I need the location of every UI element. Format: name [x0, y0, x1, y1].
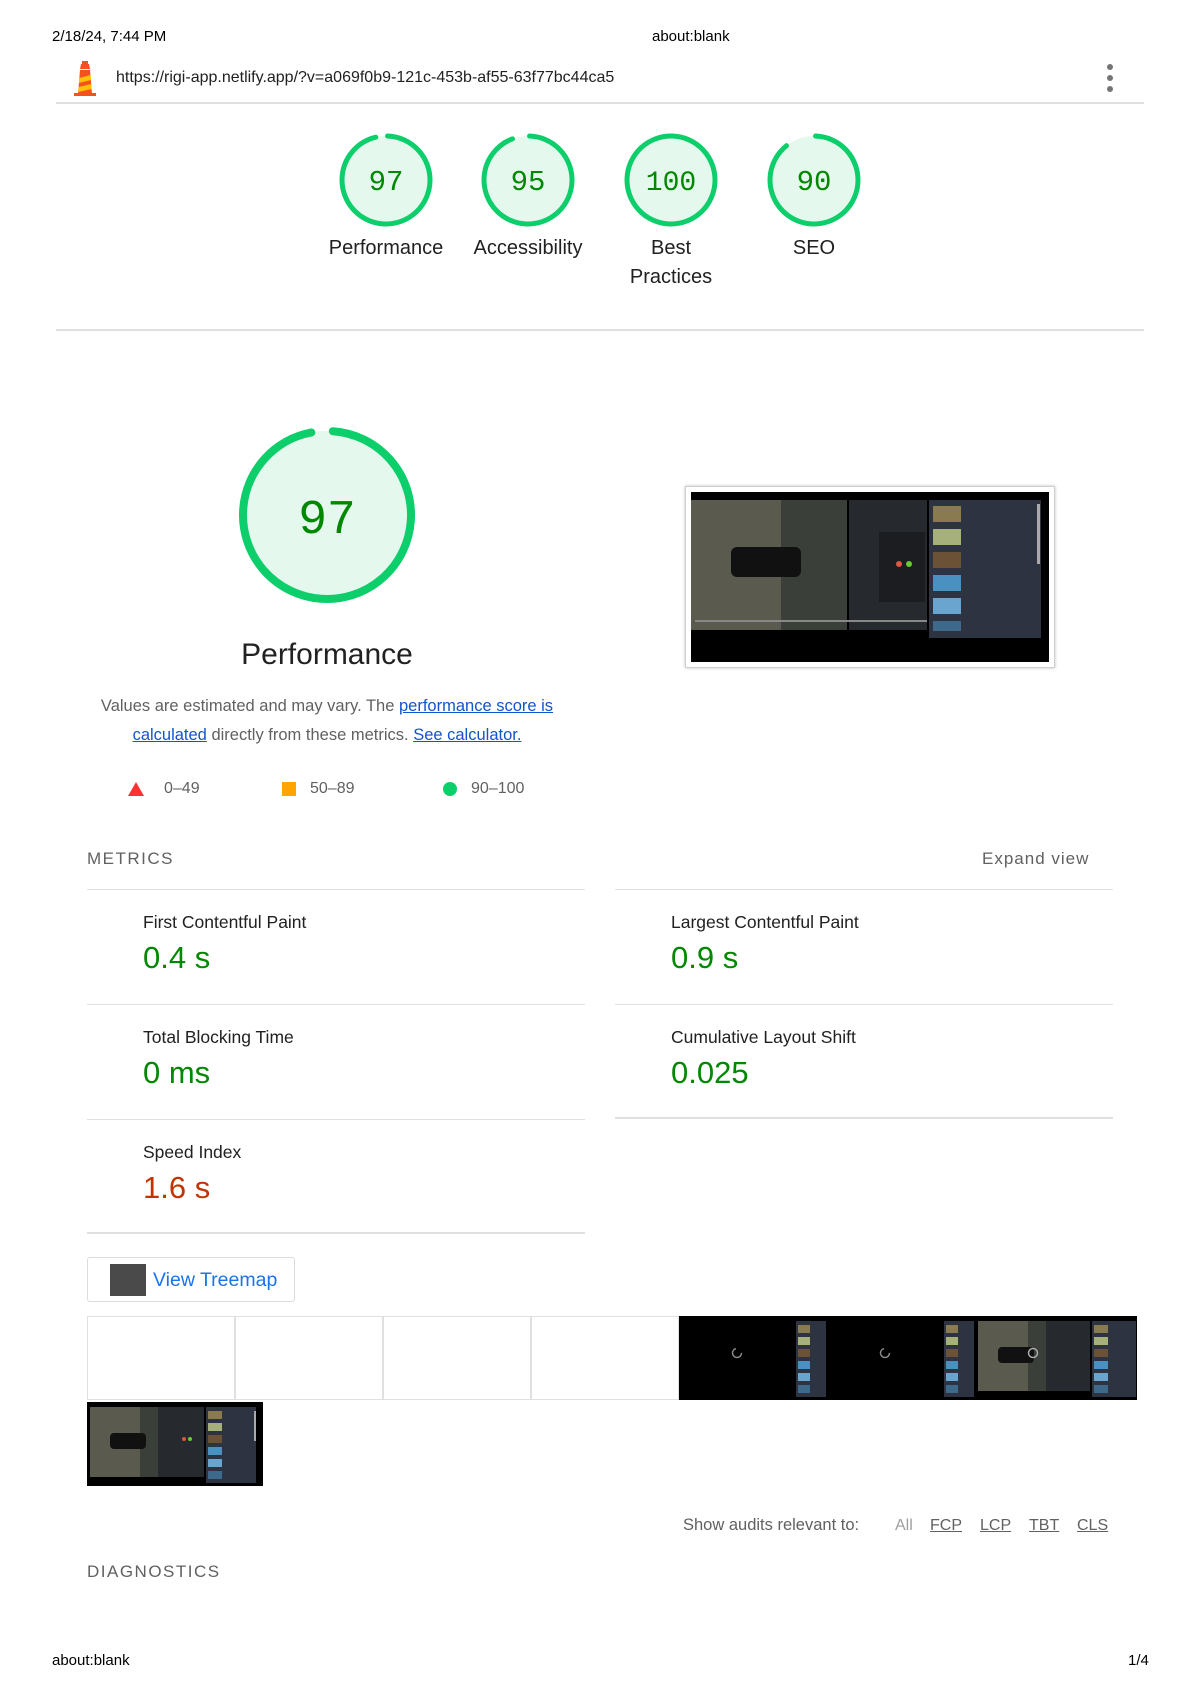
score-gauge-ring: 95: [481, 133, 575, 227]
treemap-icon: [110, 1264, 146, 1296]
filmstrip-frame: [679, 1316, 827, 1400]
metric-title: First Contentful Paint: [143, 912, 307, 932]
filmstrip-frame-image: [90, 1407, 256, 1483]
metric-cls: Cumulative Layout Shift 0.025: [615, 1004, 1113, 1118]
legend-fail: 0–49: [128, 780, 200, 798]
performance-score: 97: [298, 494, 356, 548]
legend-pass-label: 90–100: [471, 780, 525, 797]
filmstrip-frame: [87, 1316, 235, 1400]
description-text: Values are estimated and may vary. The: [100, 697, 399, 715]
score-value: 90: [797, 166, 832, 199]
score-gauge-ring: 97: [339, 133, 433, 227]
metric-divider: [87, 1232, 585, 1234]
view-treemap-button[interactable]: View Treemap: [87, 1257, 295, 1302]
filmstrip-frame: [383, 1316, 531, 1400]
pass-circle-icon: [443, 782, 457, 796]
metric-fcp: First Contentful Paint 0.4 s: [87, 889, 585, 1003]
filmstrip-frame: [975, 1316, 1137, 1400]
view-treemap-label: View Treemap: [153, 1269, 278, 1291]
fail-triangle-icon: [128, 782, 144, 796]
metric-value: 0.9 s: [671, 940, 739, 975]
performance-title: Performance: [241, 638, 413, 671]
score-gauge-ring: 90: [767, 133, 861, 227]
see-calculator-link[interactable]: See calculator.: [413, 726, 521, 744]
score-label: SEO: [792, 237, 836, 259]
audit-filter-label: Show audits relevant to:: [683, 1516, 860, 1534]
score-value: 95: [511, 166, 546, 199]
filter-tbt[interactable]: TBT: [1029, 1517, 1059, 1535]
score-gauge-accessibility[interactable]: 95 Accessibility: [458, 132, 598, 263]
metric-title: Speed Index: [143, 1142, 242, 1162]
metric-value: 0 ms: [143, 1055, 211, 1090]
score-value: 100: [646, 168, 696, 199]
score-label: Accessibility: [473, 237, 583, 259]
metric-tbt: Total Blocking Time 0 ms: [87, 1004, 585, 1118]
metric-divider: [615, 1117, 1113, 1119]
performance-description: Values are estimated and may vary. The p…: [87, 692, 567, 750]
url-text: https://rigi-app.netlify.app/?v=a069f0b9…: [116, 69, 615, 86]
average-square-icon: [282, 782, 296, 796]
filmstrip-frame: [531, 1316, 679, 1400]
metric-value: 0.4 s: [143, 940, 211, 975]
filmstrip-frame-image: [879, 1321, 974, 1397]
metric-title: Cumulative Layout Shift: [671, 1027, 856, 1047]
final-screenshot[interactable]: [685, 486, 1055, 668]
score-gauge-performance[interactable]: 97 Performance: [316, 132, 456, 263]
legend-average-label: 50–89: [310, 780, 355, 797]
final-screenshot-image: [691, 492, 1049, 662]
score-label: Performance: [328, 237, 444, 259]
legend-average: 50–89: [282, 780, 355, 798]
url-bar: https://rigi-app.netlify.app/?v=a069f0b9…: [56, 58, 1144, 104]
score-value: 97: [369, 166, 404, 199]
score-gauge-seo[interactable]: 90 SEO: [744, 132, 884, 263]
print-datetime: 2/18/24, 7:44 PM: [52, 28, 167, 45]
filter-cls[interactable]: CLS: [1077, 1517, 1108, 1535]
more-options-icon[interactable]: [1106, 64, 1114, 92]
header-divider: [56, 329, 1144, 331]
metric-lcp: Largest Contentful Paint 0.9 s: [615, 889, 1113, 1003]
metrics-heading: METRICS: [87, 849, 174, 868]
metric-value: 1.6 s: [143, 1170, 211, 1205]
metric-value: 0.025: [671, 1055, 749, 1090]
filter-lcp[interactable]: LCP: [980, 1517, 1011, 1535]
filmstrip-frame: [87, 1402, 263, 1486]
filmstrip-frame: [235, 1316, 383, 1400]
description-middle: directly from these metrics.: [206, 726, 414, 744]
diagnostics-heading: DIAGNOSTICS: [87, 1562, 221, 1581]
filmstrip-frame-image: [978, 1321, 1136, 1397]
legend-fail-label: 0–49: [164, 780, 200, 797]
print-page-title: about:blank: [652, 28, 730, 45]
filmstrip-frame: [827, 1316, 975, 1400]
metric-title: Total Blocking Time: [143, 1027, 294, 1047]
metric-speed-index: Speed Index 1.6 s: [87, 1119, 585, 1233]
performance-gauge-large: 97: [237, 425, 417, 610]
filter-fcp[interactable]: FCP: [930, 1517, 962, 1535]
score-gauge-best-practices[interactable]: 100 Best Practices: [601, 132, 741, 292]
score-gauge-ring: 100: [624, 133, 718, 227]
expand-view-toggle[interactable]: Expand view: [982, 849, 1089, 869]
lighthouse-icon: [74, 61, 96, 96]
filter-all[interactable]: All: [895, 1517, 913, 1535]
score-label: Best Practices: [629, 237, 713, 288]
metric-title: Largest Contentful Paint: [671, 912, 859, 932]
legend-pass: 90–100: [443, 780, 524, 798]
print-page-number: 1/4: [1128, 1652, 1149, 1669]
print-footer-url: about:blank: [52, 1652, 130, 1669]
filmstrip-frame-image: [731, 1321, 826, 1397]
